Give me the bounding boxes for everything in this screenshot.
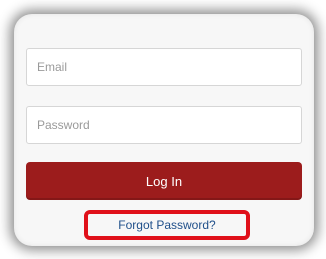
forgot-password-link[interactable]: Forgot Password? (118, 218, 215, 232)
forgot-password-highlight: Forgot Password? (84, 210, 250, 240)
email-field[interactable] (26, 48, 302, 86)
screenshot-stage: Log In Forgot Password? (0, 0, 326, 259)
password-field[interactable] (26, 106, 302, 144)
login-button[interactable]: Log In (26, 162, 302, 200)
login-card: Log In Forgot Password? (14, 14, 314, 246)
